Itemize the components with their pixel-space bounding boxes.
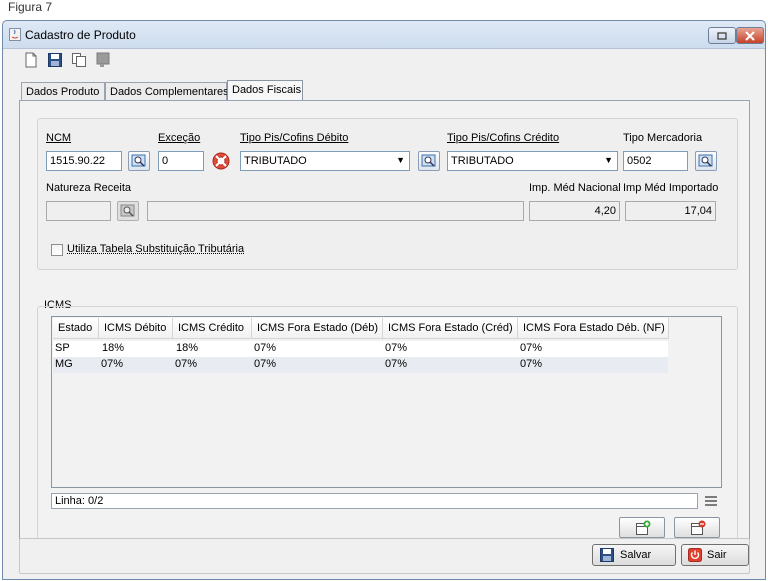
pis-credito-label: Tipo Pis/Cofins Crédito [447,132,560,144]
pis-debito-select[interactable]: TRIBUTADO ▼ [240,151,410,171]
column-header[interactable]: ICMS Fora Estado (Créd) [383,318,518,339]
restore-icon [717,31,727,40]
column-header[interactable]: Estado [53,318,99,339]
table-status: Linha: 0/2 [51,493,698,509]
tab-dados-produto[interactable]: Dados Produto [21,82,105,101]
lifebuoy-icon [212,152,230,170]
pis-credito-select[interactable]: TRIBUTADO ▼ [447,151,618,171]
copy-icon[interactable] [71,52,87,68]
cell-estado: MG [55,358,73,370]
tab-label: Dados Complementares [110,86,229,98]
cell-fora-credito: 07% [385,358,408,370]
natureza-code-field [46,201,111,221]
cell-fora-debito: 07% [254,342,277,354]
substituicao-checkbox[interactable] [51,244,63,256]
search-icon [131,154,146,167]
icms-group: Estado ICMS Débito ICMS Crédito ICMS For… [37,306,738,544]
search-icon [698,154,713,167]
table-row[interactable]: SP 18% 18% 07% 07% 07% [53,341,668,357]
figure-caption: Figura 7 [8,0,53,14]
natureza-description-field [147,201,524,221]
tipo-mercadoria-label: Tipo Mercadoria [623,132,703,144]
dados-fiscais-panel: NCM Exceção Tipo Pis/Cofins Débito Tipo … [19,100,750,551]
imp-nacional-label: Imp. Méd Nacional [529,182,621,194]
chevron-down-icon: ▼ [604,155,613,165]
column-header[interactable]: ICMS Débito [99,318,173,339]
exit-button[interactable]: Sair [681,544,749,566]
fiscal-fields-group: NCM Exceção Tipo Pis/Cofins Débito Tipo … [37,118,738,270]
pis-debito-value: TRIBUTADO [244,155,307,167]
ncm-field[interactable]: 1515.90.22 [46,151,122,171]
add-row-icon [636,520,651,535]
column-header[interactable]: ICMS Fora Estado (Déb) [252,318,383,339]
cell-fora-credito: 07% [385,342,408,354]
cell-fora-debito-nf: 07% [520,342,543,354]
cell-icms-credito: 07% [175,358,198,370]
delete-icon[interactable] [95,52,111,68]
close-button[interactable] [736,27,764,44]
power-icon [688,548,702,562]
column-header[interactable]: ICMS Fora Estado Déb. (NF) [518,318,669,339]
pis-debito-label: Tipo Pis/Cofins Débito [240,132,349,144]
tab-label: Dados Fiscais [232,84,302,96]
search-icon [421,154,436,167]
action-bar: Salvar Sair [19,538,750,574]
save-icon [600,548,614,562]
java-app-icon [9,28,21,41]
tab-label: Dados Produto [26,86,100,98]
substituicao-checkbox-label[interactable]: Utiliza Tabela Substituição Tributária [67,243,244,255]
imp-nacional-field: 4,20 [529,201,620,221]
cell-fora-debito-nf: 07% [520,358,543,370]
save-label: Salvar [620,549,652,561]
menu-icon[interactable] [705,495,717,507]
column-header[interactable]: ICMS Crédito [173,318,252,339]
table-row[interactable]: MG 07% 07% 07% 07% 07% [53,357,668,373]
ncm-label: NCM [46,132,72,144]
tab-dados-fiscais[interactable]: Dados Fiscais [227,80,303,102]
new-document-icon[interactable] [23,52,39,68]
chevron-down-icon: ▼ [396,155,405,165]
pis-credito-value: TRIBUTADO [451,155,514,167]
cell-icms-debito: 18% [102,342,125,354]
imp-importado-label: Imp Méd Importado [623,182,719,194]
tab-dados-complementares[interactable]: Dados Complementares [105,82,229,101]
window-title: Cadastro de Produto [25,28,136,42]
save-icon[interactable] [47,52,63,68]
tipo-mercadoria-field[interactable]: 0502 [623,151,688,171]
pis-debito-lookup-button[interactable] [418,151,440,171]
imp-importado-field: 17,04 [625,201,716,221]
restore-button[interactable] [708,27,736,44]
cell-estado: SP [55,342,70,354]
ncm-lookup-button[interactable] [128,151,150,171]
tipo-mercadoria-lookup-button[interactable] [695,151,717,171]
cell-fora-debito: 07% [254,358,277,370]
natureza-lookup-button [117,201,139,221]
excecao-clear-button[interactable] [210,151,232,171]
remove-row-icon [691,520,706,535]
search-icon [120,204,135,217]
close-icon [745,30,755,41]
icms-table[interactable]: Estado ICMS Débito ICMS Crédito ICMS For… [51,316,722,488]
remove-row-button[interactable] [674,517,720,538]
add-row-button[interactable] [619,517,665,538]
save-button[interactable]: Salvar [592,544,676,566]
product-window: Cadastro de Produto Dados Produto Dados … [2,20,766,580]
cell-icms-debito: 07% [101,358,124,370]
excecao-field[interactable]: 0 [158,151,204,171]
cell-icms-credito: 18% [176,342,199,354]
title-bar[interactable]: Cadastro de Produto [3,21,765,49]
exit-label: Sair [707,549,727,561]
natureza-label: Natureza Receita [46,182,131,194]
excecao-label: Exceção [158,132,201,144]
